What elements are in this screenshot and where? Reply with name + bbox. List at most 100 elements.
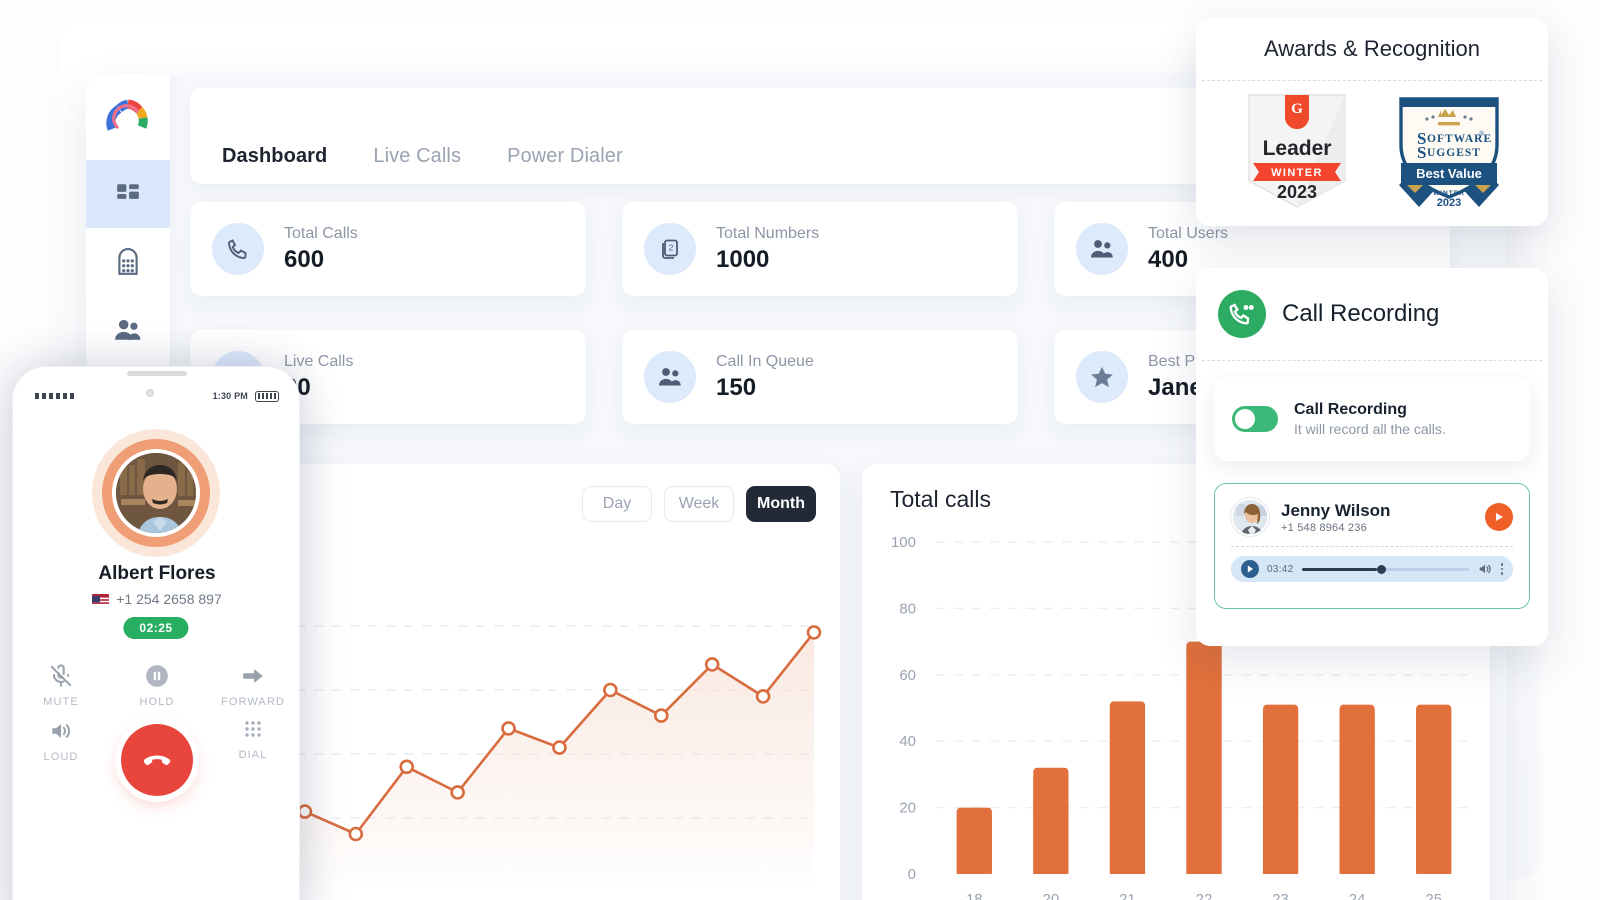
range-week-button[interactable]: Week — [664, 486, 734, 522]
speaker-icon — [52, 723, 70, 739]
us-flag-icon — [92, 593, 110, 605]
phone-keypad-icon — [118, 248, 138, 275]
call-recording-toggle-card[interactable]: Call Recording It will record all the ca… — [1214, 377, 1530, 461]
control-label: LOUD — [43, 751, 79, 763]
hangup-icon — [121, 724, 193, 796]
software-suggest-badge: S OFTWARE ® S UGGEST Best Value WINTER 2… — [1389, 89, 1509, 218]
svg-text:100: 100 — [891, 534, 916, 551]
stat-label: Total Calls — [284, 225, 358, 242]
svg-text:60: 60 — [899, 667, 916, 684]
play-icon[interactable] — [1241, 560, 1259, 578]
stat-label: Best P — [1148, 353, 1196, 370]
pause-icon — [146, 665, 168, 687]
svg-text:20: 20 — [899, 800, 916, 817]
svg-text:2: 2 — [669, 243, 674, 253]
stat-label: Total Numbers — [716, 225, 820, 242]
app-logo[interactable] — [86, 74, 170, 158]
recording-number: +1 548 8964 236 — [1281, 521, 1367, 534]
svg-text:G: G — [1291, 101, 1303, 117]
phone-speaker — [127, 371, 187, 376]
audio-player[interactable]: 03:42 — [1231, 556, 1513, 582]
stat-value: 150 — [716, 374, 757, 401]
call-timer: 02:25 — [123, 617, 189, 639]
range-day-button[interactable]: Day — [582, 486, 652, 522]
forward-button[interactable]: FORWARD — [205, 663, 299, 708]
numbers-icon: 2 — [644, 223, 696, 275]
caller-name: Albert Flores — [98, 563, 216, 584]
sidebar-item-numbers[interactable] — [86, 228, 170, 296]
mic-off-icon — [50, 664, 72, 687]
stat-card-total-calls[interactable]: Total Calls 600 — [190, 202, 586, 296]
control-label: FORWARD — [221, 696, 285, 708]
jenny-wilson-avatar — [1231, 498, 1269, 536]
svg-text:22: 22 — [1196, 891, 1213, 900]
tab-power-dialer[interactable]: Power Dialer — [507, 145, 623, 168]
g2-season: WINTER — [1271, 167, 1323, 179]
ss-brand-line2: S — [1417, 143, 1426, 162]
control-label: HOLD — [139, 696, 175, 708]
call-recording-panel: Call Recording Call Recording It will re… — [1196, 268, 1548, 646]
awards-badges: G Leader WINTER 2023 S OFTWARE ® S UGGES… — [1196, 81, 1548, 225]
call-recording-header: Call Recording — [1196, 268, 1548, 360]
svg-text:18: 18 — [966, 891, 983, 900]
range-month-button[interactable]: Month — [746, 486, 816, 522]
phone-time: 1:30 PM — [212, 391, 248, 401]
phone-icon — [212, 223, 264, 275]
stat-card-total-numbers[interactable]: 2 Total Numbers 1000 — [622, 202, 1018, 296]
svg-text:®: ® — [1479, 130, 1485, 138]
svg-text:25: 25 — [1425, 891, 1442, 900]
call-controls: MUTE HOLD FORWARD LOUD DIAL — [13, 663, 299, 796]
range-toggle-group: Day Week Month — [582, 486, 816, 522]
users-icon — [1076, 223, 1128, 275]
mute-button[interactable]: MUTE — [13, 663, 109, 708]
ss-award: Best Value — [1416, 166, 1482, 181]
sidebar-item-dashboard[interactable] — [86, 160, 170, 228]
stat-label: Call In Queue — [716, 353, 814, 370]
control-label: DIAL — [238, 749, 268, 761]
phone-status-bar: 1:30 PM — [13, 387, 299, 405]
loud-button[interactable]: LOUD — [13, 718, 109, 796]
sidebar-item-users[interactable] — [86, 296, 170, 364]
svg-text:24: 24 — [1349, 891, 1366, 900]
svg-text:20: 20 — [1043, 891, 1060, 900]
hold-button[interactable]: HOLD — [109, 663, 205, 708]
avatar — [112, 449, 200, 537]
kebab-menu-icon[interactable] — [1500, 563, 1503, 575]
tab-dashboard[interactable]: Dashboard — [222, 145, 327, 168]
arrow-right-icon — [243, 668, 263, 684]
callhippo-arc-logo-icon — [106, 99, 148, 131]
call-recording-toggle[interactable] — [1232, 406, 1278, 432]
audio-progress-slider[interactable] — [1301, 564, 1469, 574]
svg-text:0: 0 — [908, 866, 916, 883]
divider — [1202, 360, 1542, 361]
bar-chart-title: Total calls — [890, 486, 991, 512]
audio-duration: 03:42 — [1267, 563, 1294, 575]
caller-avatar-ring — [92, 429, 220, 557]
volume-icon[interactable] — [1477, 561, 1493, 577]
dial-button[interactable]: DIAL — [205, 718, 299, 796]
phone-mockup: 1:30 PM Albert Flores +1 254 2658 897 02… — [12, 366, 300, 900]
queue-users-icon — [644, 351, 696, 403]
ss-season: WINTER — [1433, 190, 1465, 197]
call-recording-icon — [1218, 290, 1266, 338]
toggle-subtitle: It will record all the calls. — [1294, 421, 1446, 437]
svg-text:23: 23 — [1272, 891, 1289, 900]
svg-text:UGGEST: UGGEST — [1427, 147, 1481, 159]
battery-icon — [255, 390, 279, 402]
star-icon — [1076, 351, 1128, 403]
g2-year: 2023 — [1277, 182, 1317, 202]
caller-number-row: +1 254 2658 897 — [13, 591, 299, 607]
stat-value: 600 — [284, 246, 325, 273]
awards-panel: Awards & Recognition G Leader WINTER 202… — [1196, 18, 1548, 226]
stat-card-call-in-queue[interactable]: Call In Queue 150 — [622, 330, 1018, 424]
tab-live-calls[interactable]: Live Calls — [373, 145, 461, 168]
svg-text:80: 80 — [899, 600, 916, 617]
phone-notch — [13, 367, 299, 381]
awards-title: Awards & Recognition — [1263, 36, 1481, 61]
recording-header: Jenny Wilson +1 548 8964 236 — [1231, 498, 1513, 536]
caller-photo — [116, 453, 196, 533]
stat-label: Total Users — [1148, 225, 1229, 242]
play-icon[interactable] — [1485, 503, 1513, 531]
recording-item[interactable]: Jenny Wilson +1 548 8964 236 03:42 — [1214, 483, 1530, 609]
end-call-button[interactable] — [109, 718, 205, 796]
